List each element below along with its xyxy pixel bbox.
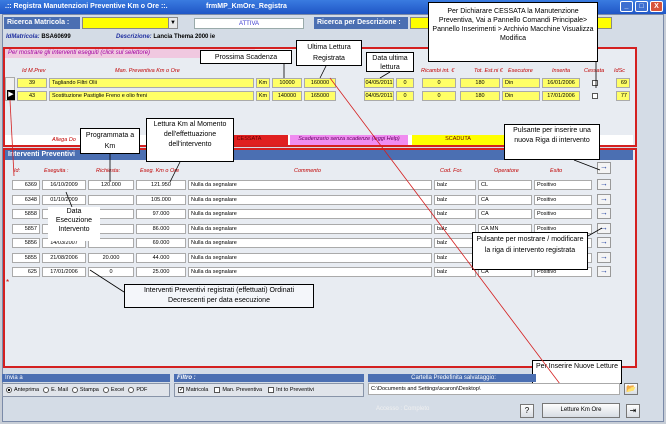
opt-pdf-label: PDF: [136, 387, 148, 393]
radio-icon: [43, 387, 50, 393]
opt-anteprima[interactable]: Anteprima: [6, 387, 39, 393]
filtro-int-preventivi[interactable]: Int to Preventivi: [268, 387, 314, 393]
opt-email-label: E. Mail: [51, 387, 68, 393]
cartella-bar: Cartella Predefinita salvataggio:: [368, 374, 536, 382]
opt-stampa[interactable]: Stampa: [71, 387, 99, 393]
checkbox-icon: [214, 387, 221, 393]
letture-km-ore-button[interactable]: Letture Km Ore: [542, 403, 620, 418]
radio-icon: [6, 387, 12, 393]
filtro-options: ✓ Matricola Man. Preventiva Int to Preven…: [174, 383, 364, 397]
cartella-path-input[interactable]: C:\Documents and Settings\scaroni\Deskto…: [368, 383, 620, 395]
checkbox-icon: [268, 387, 275, 393]
checkbox-checked-icon: ✓: [178, 387, 185, 393]
radio-icon: [128, 387, 135, 393]
help-icon[interactable]: ?: [520, 404, 534, 418]
accesso-label: Accesso : Completo: [376, 406, 430, 412]
opt-excel[interactable]: Excel: [102, 387, 125, 393]
invia-bar: Invia a: [2, 374, 170, 382]
radio-icon: [102, 387, 109, 393]
opt-stampa-label: Stampa: [79, 387, 99, 393]
opt-excel-label: Excel: [110, 387, 125, 393]
radio-icon: [71, 387, 78, 393]
opt-email[interactable]: E. Mail: [43, 387, 68, 393]
opt-anteprima-label: Anteprima: [14, 387, 40, 393]
exit-door-icon[interactable]: ⇥: [626, 404, 640, 418]
opt-pdf[interactable]: PDF: [128, 387, 147, 393]
filtro-int-preventivi-label: Int to Preventivi: [276, 387, 314, 393]
folder-icon[interactable]: 📂: [624, 383, 638, 395]
filtro-bar: Filtro :: [174, 374, 364, 382]
invia-options: Anteprima E. Mail Stampa Excel PDF: [2, 383, 170, 397]
filtro-man-preventiva[interactable]: Man. Preventiva: [214, 387, 262, 393]
filtro-matricola-label: Matricola: [186, 387, 209, 393]
annotation-lines: [9, 62, 603, 385]
filtro-matricola[interactable]: ✓ Matricola: [178, 387, 208, 393]
filtro-man-preventiva-label: Man. Preventiva: [222, 387, 263, 393]
